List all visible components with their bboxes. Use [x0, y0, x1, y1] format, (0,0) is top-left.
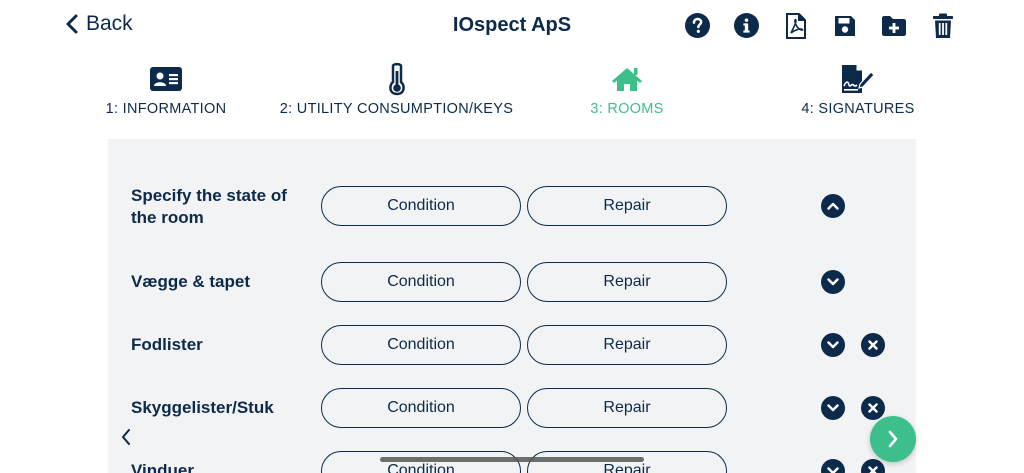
- tab-label: 2: UTILITY CONSUMPTION/KEYS: [279, 101, 514, 117]
- condition-button[interactable]: Condition: [321, 451, 521, 473]
- info-icon: [734, 13, 759, 38]
- room-item-row: Skyggelister/Stuk Condition Repair: [108, 388, 916, 430]
- collapse-button[interactable]: [821, 194, 845, 218]
- room-item-row: Fodlister Condition Repair: [108, 325, 916, 367]
- chevron-down-icon: [827, 341, 839, 349]
- repair-button[interactable]: Repair: [527, 262, 727, 302]
- back-label: Back: [86, 12, 133, 35]
- tab-information[interactable]: 1: INFORMATION: [106, 62, 226, 117]
- help-icon: [685, 13, 710, 38]
- condition-button[interactable]: Condition: [321, 325, 521, 365]
- repair-button[interactable]: Repair: [527, 451, 727, 473]
- tab-label: 1: INFORMATION: [105, 101, 227, 117]
- expand-button[interactable]: [821, 270, 845, 294]
- condition-button[interactable]: Condition: [321, 186, 521, 226]
- save-icon: [834, 15, 855, 36]
- info-button[interactable]: [733, 12, 760, 39]
- tab-utility-consumption[interactable]: 2: UTILITY CONSUMPTION/KEYS: [280, 62, 513, 117]
- chevron-down-icon: [827, 404, 839, 412]
- chevron-left-icon: [66, 14, 78, 34]
- close-icon: [868, 466, 878, 473]
- rooms-panel: Specify the state of the room Condition …: [108, 139, 916, 473]
- chevron-left-icon: [122, 429, 130, 445]
- condition-button[interactable]: Condition: [321, 262, 521, 302]
- tab-rooms[interactable]: 3: ROOMS: [590, 62, 664, 117]
- close-icon: [868, 340, 878, 350]
- condition-button[interactable]: Condition: [321, 388, 521, 428]
- pdf-button[interactable]: [782, 12, 809, 39]
- id-card-icon: [150, 67, 182, 91]
- close-icon: [868, 403, 878, 413]
- room-item-label: Skyggelister/Stuk: [131, 398, 274, 417]
- chevron-up-icon: [827, 202, 839, 210]
- room-item-label: Fodlister: [131, 335, 203, 354]
- save-button[interactable]: [831, 12, 858, 39]
- room-item-row: Vægge & tapet Condition Repair: [108, 262, 916, 304]
- add-folder-icon: [881, 15, 906, 36]
- repair-button[interactable]: Repair: [527, 388, 727, 428]
- tab-label: 3: ROOMS: [590, 101, 664, 117]
- remove-row-button[interactable]: [861, 396, 885, 420]
- next-step-button[interactable]: [870, 416, 916, 462]
- top-bar: Back IOspect ApS: [0, 0, 1024, 54]
- trash-icon: [932, 13, 953, 38]
- step-tabs: 1: INFORMATION 2: UTILITY CONSUMPTION/KE…: [0, 62, 1024, 122]
- expand-button[interactable]: [821, 396, 845, 420]
- chevron-down-icon: [827, 278, 839, 286]
- tab-signatures[interactable]: 4: SIGNATURES: [801, 62, 914, 117]
- tab-label: 4: SIGNATURES: [801, 101, 915, 117]
- room-item-label: Vægge & tapet: [131, 272, 251, 291]
- delete-button[interactable]: [929, 12, 956, 39]
- page-title: IOspect ApS: [452, 14, 572, 36]
- thermometer-icon: [388, 62, 405, 96]
- home-icon: [612, 68, 642, 91]
- pdf-icon: [785, 12, 806, 39]
- add-folder-button[interactable]: [880, 12, 907, 39]
- back-button[interactable]: Back: [66, 12, 133, 36]
- expand-button[interactable]: [821, 459, 845, 473]
- room-item-label: Vinduer: [131, 461, 194, 473]
- repair-button[interactable]: Repair: [527, 186, 727, 226]
- home-indicator: [380, 457, 644, 462]
- room-header-row: Specify the state of the room Condition …: [108, 186, 916, 228]
- repair-button[interactable]: Repair: [527, 325, 727, 365]
- remove-row-button[interactable]: [861, 333, 885, 357]
- expand-button[interactable]: [821, 333, 845, 357]
- remove-row-button[interactable]: [861, 459, 885, 473]
- help-button[interactable]: [684, 12, 711, 39]
- room-state-heading: Specify the state of the room: [131, 186, 287, 227]
- previous-step-button[interactable]: [120, 428, 132, 451]
- signature-icon: [842, 65, 875, 93]
- chevron-down-icon: [827, 467, 839, 473]
- room-item-row: Vinduer Condition Repair: [108, 451, 916, 473]
- chevron-right-icon: [888, 430, 898, 448]
